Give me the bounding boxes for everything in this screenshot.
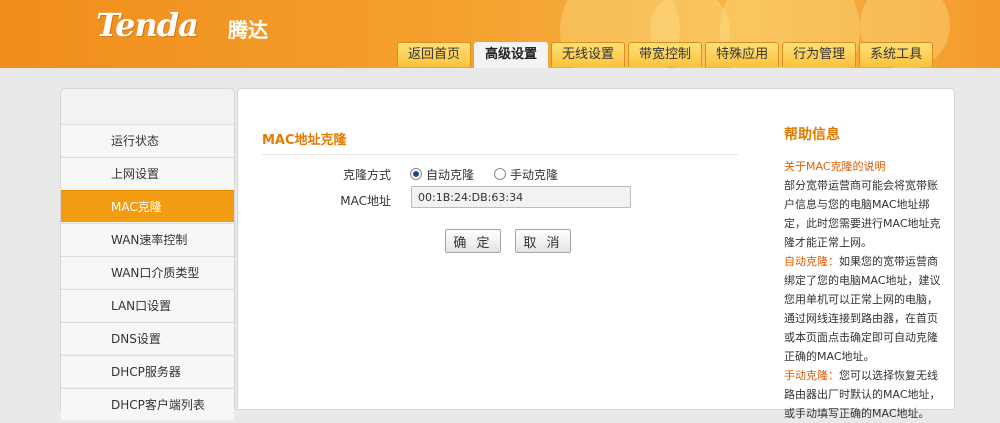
brand-logo-cn: 腾达 bbox=[228, 18, 268, 42]
help-body: 关于MAC克隆的说明 部分宽带运营商可能会将宽带账户信息与您的电脑MAC地址绑定… bbox=[784, 157, 944, 423]
radio-manual-clone[interactable] bbox=[494, 168, 506, 180]
section-title: MAC地址克隆 bbox=[262, 129, 738, 155]
sidebar-item-dhcp-server[interactable]: DHCP服务器 bbox=[61, 355, 234, 387]
sidebar-item-wan-rate[interactable]: WAN速率控制 bbox=[61, 223, 234, 255]
help-auto-text: 如果您的宽带运营商绑定了您的电脑MAC地址，建议您用单机可以正常上网的电脑，通过… bbox=[784, 255, 941, 363]
sidebar-item-dhcp-clients[interactable]: DHCP客户端列表 bbox=[61, 388, 234, 420]
sidebar-item-dns[interactable]: DNS设置 bbox=[61, 322, 234, 354]
tab-system-tools[interactable]: 系统工具 bbox=[859, 42, 934, 67]
mac-address-input[interactable] bbox=[411, 186, 631, 208]
tab-bandwidth[interactable]: 带宽控制 bbox=[628, 42, 703, 67]
brand-logo: Tenda bbox=[96, 6, 199, 44]
tab-home[interactable]: 返回首页 bbox=[397, 42, 472, 67]
confirm-button[interactable]: 确 定 bbox=[445, 229, 501, 253]
mac-address-label: MAC地址 bbox=[340, 194, 391, 208]
tab-advanced[interactable]: 高级设置 bbox=[474, 42, 549, 68]
cancel-button[interactable]: 取 消 bbox=[515, 229, 571, 253]
help-intro: 部分宽带运营商可能会将宽带账户信息与您的电脑MAC地址绑定，此时您需要进行MAC… bbox=[784, 179, 941, 249]
sidebar-item-status[interactable]: 运行状态 bbox=[61, 124, 234, 156]
clone-mode-label: 克隆方式 bbox=[342, 168, 391, 182]
tab-wireless[interactable]: 无线设置 bbox=[551, 42, 626, 67]
sidebar-item-lan[interactable]: LAN口设置 bbox=[61, 289, 234, 321]
radio-auto-clone-label[interactable]: 自动克隆 bbox=[426, 166, 474, 183]
sidebar-menu: 运行状态 上网设置 MAC克隆 WAN速率控制 WAN口介质类型 LAN口设置 … bbox=[60, 88, 235, 420]
help-title: 帮助信息 bbox=[784, 127, 840, 143]
sidebar-item-wan-medium[interactable]: WAN口介质类型 bbox=[61, 256, 234, 288]
help-panel: 帮助信息 关于MAC克隆的说明 部分宽带运营商可能会将宽带账户信息与您的电脑MA… bbox=[764, 88, 955, 420]
tab-behavior[interactable]: 行为管理 bbox=[782, 42, 857, 67]
radio-manual-clone-label[interactable]: 手动克隆 bbox=[510, 166, 558, 183]
sidebar-item-mac-clone[interactable]: MAC克隆 bbox=[61, 190, 234, 222]
radio-auto-clone[interactable] bbox=[410, 168, 422, 180]
help-subtitle: 关于MAC克隆的说明 bbox=[784, 160, 886, 173]
help-manual-term: 手动克隆： bbox=[784, 369, 839, 382]
header-banner: Tenda 腾达 返回首页 高级设置 无线设置 带宽控制 特殊应用 行为管理 系… bbox=[0, 0, 1000, 68]
sidebar-item-internet[interactable]: 上网设置 bbox=[61, 157, 234, 189]
help-auto-term: 自动克隆： bbox=[784, 255, 839, 268]
main-nav-tabs: 返回首页 高级设置 无线设置 带宽控制 特殊应用 行为管理 系统工具 bbox=[397, 42, 934, 68]
main-panel: MAC地址克隆 克隆方式 自动克隆 手动克隆 MAC地址 确 定 取 消 bbox=[237, 88, 765, 410]
tab-special-apps[interactable]: 特殊应用 bbox=[705, 42, 780, 67]
